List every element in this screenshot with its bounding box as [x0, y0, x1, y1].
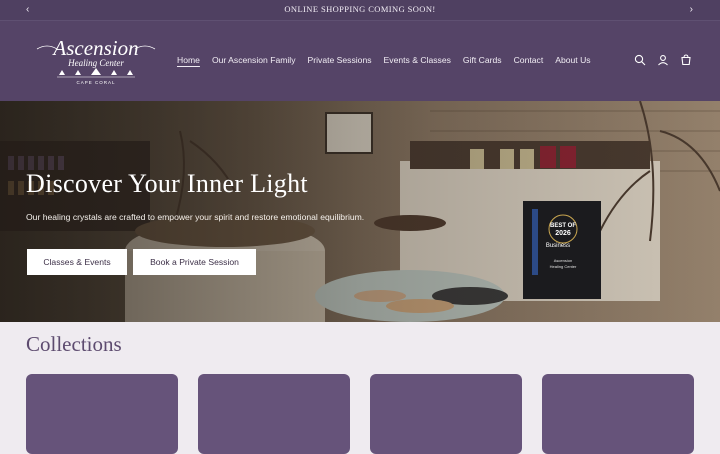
logo-line1: Ascension: [51, 36, 138, 60]
site-logo[interactable]: Ascension Healing Center CAPE CORAL: [33, 33, 159, 89]
logo-line2: Healing Center: [67, 58, 124, 68]
collection-card[interactable]: [198, 374, 350, 454]
announcement-bar: ‹ ONLINE SHOPPING COMING SOON! ›: [0, 0, 720, 21]
nav-item-home[interactable]: Home: [177, 55, 200, 65]
announcement-text: ONLINE SHOPPING COMING SOON!: [284, 4, 436, 14]
collection-card[interactable]: [26, 374, 178, 454]
chevron-right-icon[interactable]: ›: [690, 4, 693, 15]
hero-banner: BEST OF 2026 Business Ascension Healing …: [0, 101, 720, 322]
classes-events-button[interactable]: Classes & Events: [27, 249, 127, 275]
logo-line3: CAPE CORAL: [76, 80, 115, 85]
cart-icon[interactable]: [680, 54, 692, 66]
collection-card[interactable]: [370, 374, 522, 454]
nav-item-our-ascension-family[interactable]: Our Ascension Family: [212, 55, 296, 65]
collection-card[interactable]: [542, 374, 694, 454]
account-icon[interactable]: [657, 54, 669, 66]
nav-item-events-classes[interactable]: Events & Classes: [384, 55, 451, 65]
main-nav: Home Our Ascension Family Private Sessio…: [177, 55, 591, 65]
award-line1: BEST OF: [550, 223, 576, 229]
award-line2: 2026: [555, 230, 571, 237]
hero-title: Discover Your Inner Light: [26, 169, 308, 198]
collections-heading: Collections: [26, 332, 122, 356]
search-icon[interactable]: [634, 54, 646, 66]
award-line5: Healing Center: [550, 264, 577, 269]
header-icons: [634, 54, 692, 66]
award-line3: Business: [546, 243, 570, 249]
nav-item-about-us[interactable]: About Us: [555, 55, 590, 65]
book-private-session-button[interactable]: Book a Private Session: [133, 249, 256, 275]
hero-subtitle: Our healing crystals are crafted to empo…: [26, 212, 365, 222]
site-header: Ascension Healing Center CAPE CORAL Home…: [0, 21, 720, 101]
nav-item-private-sessions[interactable]: Private Sessions: [308, 55, 372, 65]
nav-item-gift-cards[interactable]: Gift Cards: [463, 55, 502, 65]
nav-item-contact[interactable]: Contact: [514, 55, 544, 65]
award-line4: Ascension: [554, 258, 572, 263]
